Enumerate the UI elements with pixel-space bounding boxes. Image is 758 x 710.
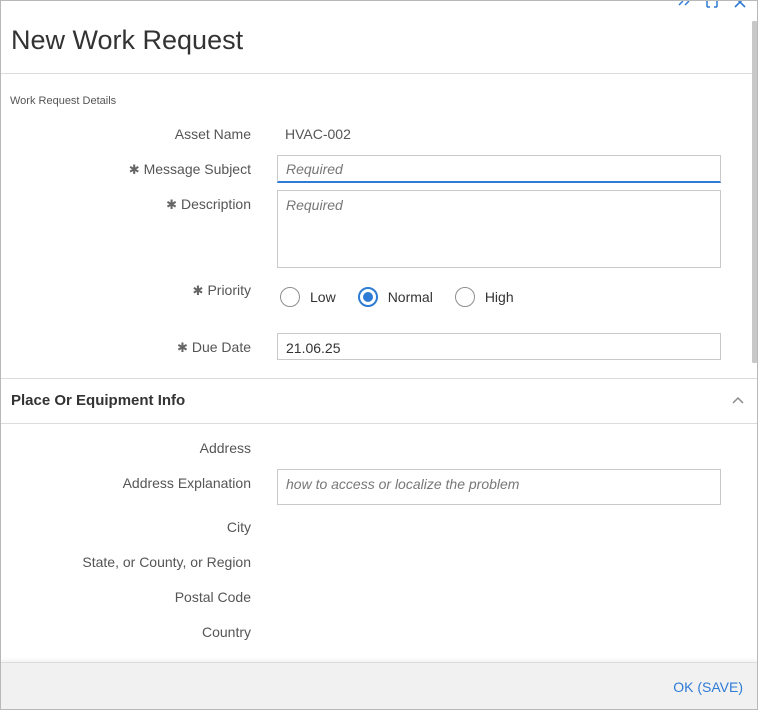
scrollbar[interactable] [752, 21, 757, 363]
description-textarea[interactable] [277, 190, 721, 268]
priority-normal-label: Normal [387, 289, 433, 305]
message-subject-input[interactable] [277, 155, 721, 183]
region-label: State, or County, or Region [82, 554, 251, 570]
priority-low-label: Low [310, 289, 336, 305]
priority-normal-radio[interactable]: Normal [357, 287, 433, 307]
city-label: City [226, 519, 251, 535]
required-marker: ✱ [176, 340, 188, 355]
section-title: Place Or Equipment Info [11, 392, 186, 409]
asset-name-label: Asset Name [174, 126, 251, 142]
radio-circle[interactable] [454, 287, 475, 307]
address-label: Address [199, 440, 251, 456]
asset-name-value: HVAC-002 [285, 126, 351, 142]
work-request-details-label: Work Request Details [10, 95, 117, 107]
place-equipment-section-header[interactable]: Place Or Equipment Info [1, 378, 757, 424]
dialog-footer: OK (SAVE) [1, 662, 757, 709]
postal-code-label: Postal Code [174, 589, 251, 605]
due-date-label: ✱ Due Date [176, 339, 251, 355]
priority-radio-group: Low Normal High [280, 285, 536, 309]
priority-label: ✱ Priority [192, 282, 251, 298]
radio-circle[interactable] [280, 287, 300, 307]
due-date-value: 21.06.25 [286, 340, 341, 356]
dialog-header: New Work Request [1, 1, 757, 74]
chevron-up-icon[interactable] [731, 393, 745, 407]
radio-circle-selected[interactable] [357, 287, 378, 307]
address-explanation-textarea[interactable] [277, 469, 721, 505]
ok-save-button[interactable]: OK (SAVE) [673, 679, 743, 695]
priority-high-label: High [484, 289, 514, 305]
due-date-input[interactable]: 21.06.25 [277, 333, 721, 360]
scrollbar-thumb[interactable] [752, 21, 757, 363]
required-marker: ✱ [166, 197, 177, 212]
work-request-dialog: New Work Request Work Request Details As… [0, 0, 758, 710]
priority-high-radio[interactable]: High [454, 287, 514, 307]
dialog-title: New Work Request [11, 25, 244, 55]
address-explanation-label: Address Explanation [122, 475, 251, 491]
country-label: Country [201, 624, 251, 640]
required-marker: ✱ [192, 283, 204, 298]
message-subject-label: ✱ Message Subject [128, 161, 251, 177]
required-marker: ✱ [128, 162, 140, 177]
description-label: ✱ Description [166, 196, 251, 212]
priority-low-radio[interactable]: Low [280, 287, 336, 307]
